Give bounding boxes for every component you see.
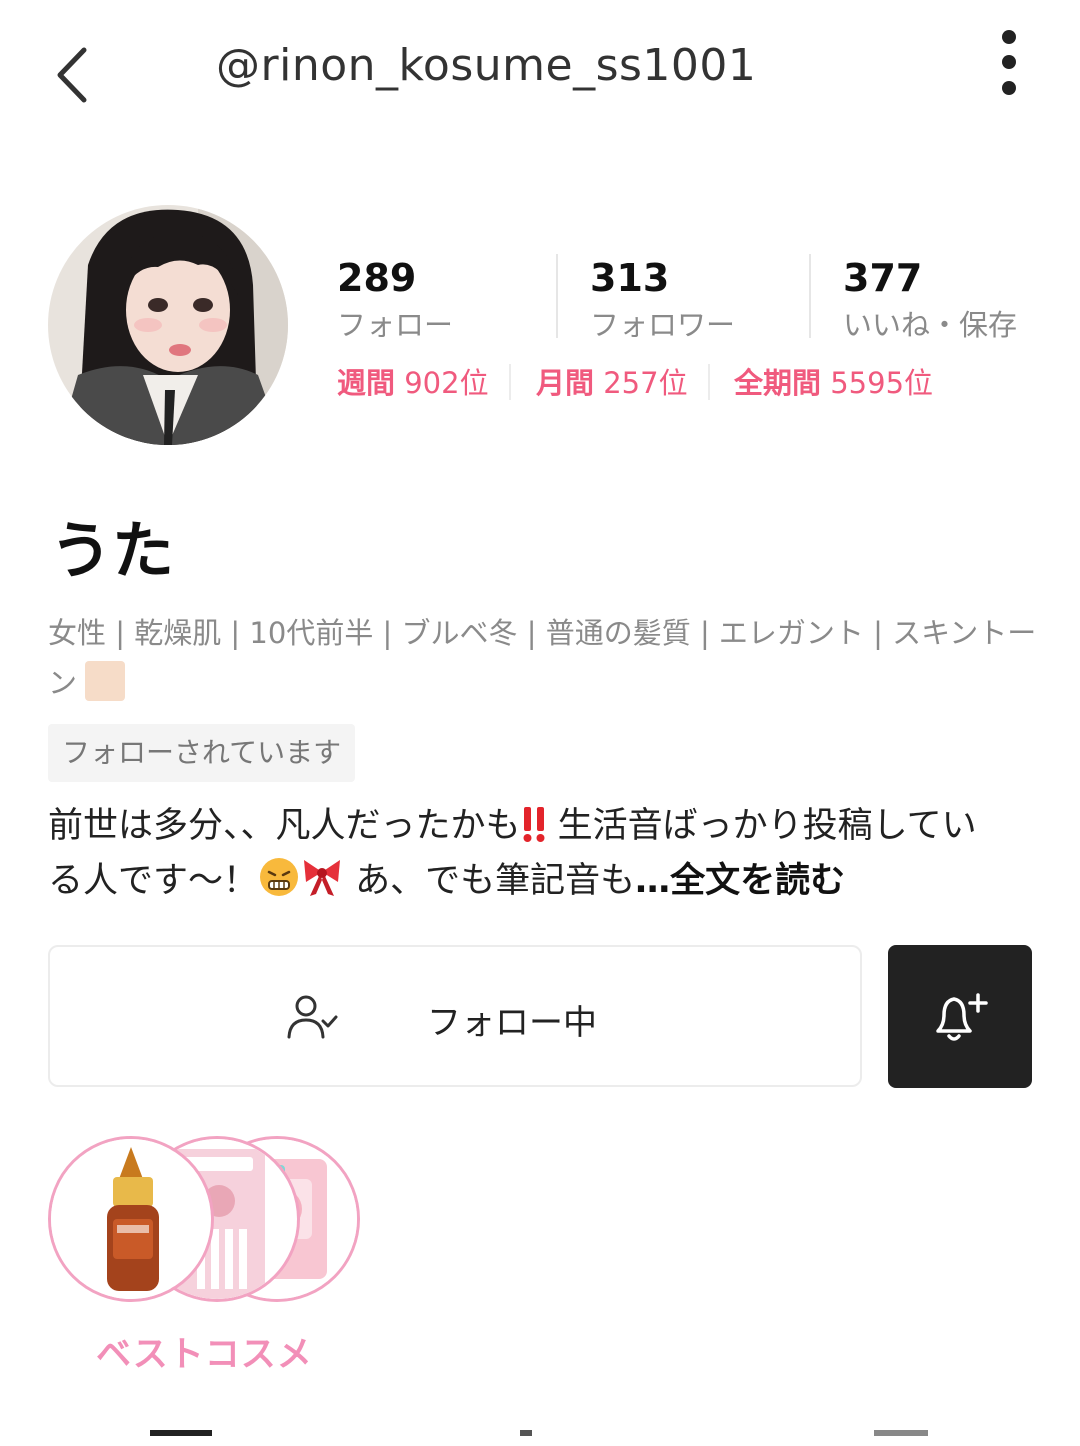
follows-you-badge: フォローされています xyxy=(48,724,356,782)
followers-label: フォロワー xyxy=(590,308,736,342)
following-button-label: フォロー中 xyxy=(427,1003,597,1043)
user-check-icon xyxy=(287,995,338,1039)
more-vertical-icon xyxy=(1002,30,1016,44)
rank-weekly[interactable]: 週間 902位 xyxy=(337,360,489,402)
rank-divider xyxy=(509,364,511,400)
grimacing-face-icon xyxy=(258,856,300,911)
rank-weekly-label: 週間 xyxy=(337,366,396,400)
best-cosme-label: ベストコスメ xyxy=(96,1335,313,1375)
rank-monthly-value: 257位 xyxy=(603,366,688,400)
skin-tone-swatch xyxy=(85,661,126,701)
back-button[interactable] xyxy=(48,40,100,110)
likes-saves-label: いいね・保存 xyxy=(843,308,1018,342)
posts-tab-icon[interactable] xyxy=(150,1430,212,1446)
rank-alltime[interactable]: 全期間 5595位 xyxy=(734,360,933,402)
rank-weekly-value: 902位 xyxy=(404,366,489,400)
following-button[interactable]: フォロー中 xyxy=(48,945,862,1087)
best-cosme-collection[interactable] xyxy=(48,1136,368,1306)
bio-text: あ、でも筆記音も xyxy=(344,861,636,901)
ribbon-icon xyxy=(300,856,344,911)
stat-divider xyxy=(556,254,558,338)
bio-text: 生活音ばっかり投稿してい xyxy=(546,806,977,846)
bio-text: る人です〜！ xyxy=(48,861,259,901)
more-options-button[interactable] xyxy=(990,26,1030,98)
tags-text: 女性 | 乾燥肌 | 10代前半 | ブルベ冬 | 普通の髪質 | エレガント … xyxy=(48,616,1037,650)
following-label: フォロー xyxy=(337,308,454,342)
chevron-left-icon xyxy=(57,47,87,103)
cosme-thumbnail xyxy=(48,1136,214,1302)
rank-monthly[interactable]: 月間 257位 xyxy=(536,360,688,402)
double-exclamation-icon xyxy=(521,805,547,856)
followers-count[interactable]: 313 xyxy=(590,256,669,300)
rank-monthly-label: 月間 xyxy=(536,366,595,400)
bell-plus-icon xyxy=(936,993,988,1041)
profile-name: うた xyxy=(50,514,175,587)
rank-alltime-label: 全期間 xyxy=(734,366,822,400)
profile-tags: 女性 | 乾燥肌 | 10代前半 | ブルベ冬 | 普通の髪質 | エレガント … xyxy=(48,608,1038,708)
rank-alltime-value: 5595位 xyxy=(830,366,934,400)
rank-divider xyxy=(708,364,710,400)
profile-bio: 前世は多分、、凡人だったかも 生活音ばっかり投稿している人です〜！ あ、でも筆記… xyxy=(48,802,1038,911)
stat-divider xyxy=(809,254,811,338)
profile-handle: @rinon_kosume_ss1001 xyxy=(216,40,757,91)
tags-text-cont: ン xyxy=(48,666,78,700)
notification-bell-button[interactable] xyxy=(888,945,1032,1088)
saved-tab-icon[interactable] xyxy=(874,1430,928,1446)
bio-text: 前世は多分、、凡人だったかも xyxy=(48,806,521,846)
avatar[interactable] xyxy=(48,205,288,445)
likes-saves-count[interactable]: 377 xyxy=(843,256,922,300)
pen-tab-icon[interactable] xyxy=(520,1430,532,1446)
read-more-link[interactable]: …全文を読む xyxy=(635,861,845,901)
following-count[interactable]: 289 xyxy=(337,256,416,300)
